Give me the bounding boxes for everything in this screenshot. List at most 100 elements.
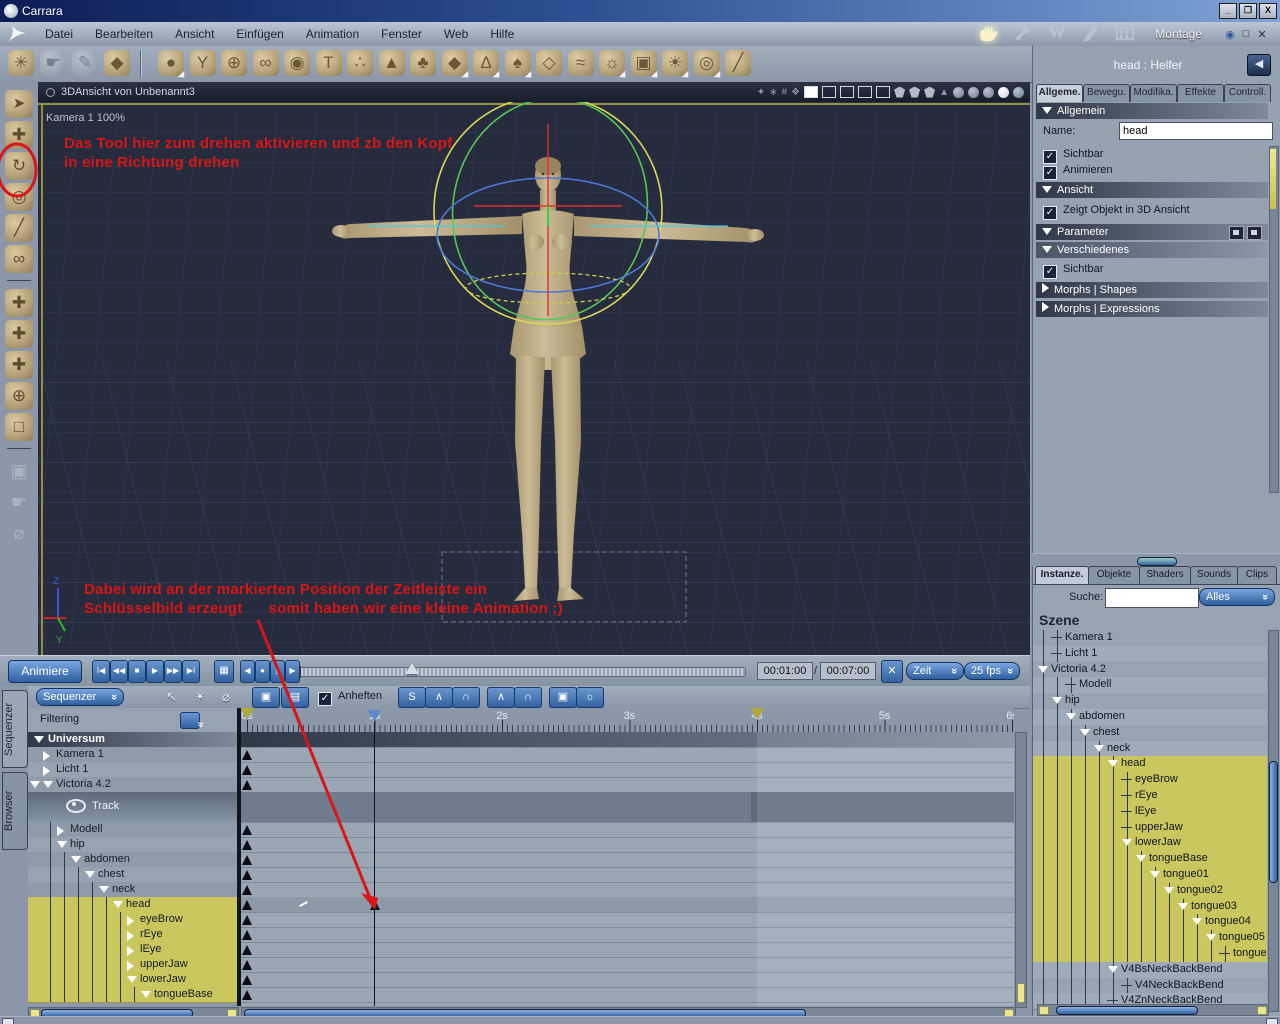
expander-down-icon[interactable] bbox=[1192, 918, 1202, 926]
tab-modifika[interactable]: Modifika. bbox=[1130, 84, 1177, 102]
layout-split-2-icon[interactable] bbox=[822, 86, 837, 98]
expander-down-icon[interactable] bbox=[57, 841, 67, 848]
loop-button[interactable]: ▦ bbox=[214, 660, 234, 683]
move-tool[interactable]: ✚ bbox=[5, 121, 33, 149]
camera-select-icon[interactable]: # bbox=[782, 87, 788, 98]
scale-tool[interactable]: ◎ bbox=[5, 183, 33, 211]
terrain-icon[interactable]: ▲ bbox=[378, 50, 405, 76]
menu-ansicht[interactable]: Ansicht bbox=[164, 27, 225, 41]
scene-item-tongue02[interactable]: tongue02 bbox=[1033, 882, 1267, 900]
text-object-icon[interactable]: T bbox=[315, 50, 342, 76]
zoom-view-tool[interactable]: ⌀ bbox=[5, 519, 33, 547]
dolly-camera-tool[interactable]: ✚ bbox=[5, 320, 33, 348]
tab-instanze[interactable]: Instanze. bbox=[1035, 566, 1089, 584]
render-preview-icon[interactable]: ❖ bbox=[791, 87, 800, 98]
tweener-clamp-button[interactable]: ▣ bbox=[549, 687, 577, 708]
rotate-tool[interactable]: ↻ bbox=[5, 152, 33, 180]
quality-up-icon[interactable]: ▲ bbox=[939, 87, 949, 98]
texture-room-icon[interactable] bbox=[1043, 23, 1071, 46]
current-time-field[interactable] bbox=[757, 662, 813, 680]
load-parameter-icon[interactable] bbox=[1247, 226, 1262, 240]
seq-item-modell[interactable]: Modell bbox=[28, 822, 237, 838]
expander-right-icon[interactable] bbox=[57, 826, 64, 836]
add-key-button[interactable]: ● bbox=[255, 660, 270, 683]
model-room-wrench-icon[interactable] bbox=[1009, 23, 1037, 46]
camera-object-icon[interactable]: ▣ bbox=[630, 50, 657, 78]
keyframe-licht 1-0s[interactable] bbox=[242, 765, 252, 775]
scene-item-licht 1[interactable]: Licht 1 bbox=[1033, 645, 1267, 663]
sichtbar-check-row[interactable]: ✓ Sichtbar bbox=[1043, 148, 1103, 164]
crystal-icon[interactable]: ◇ bbox=[536, 50, 562, 76]
expander-down-icon[interactable] bbox=[1038, 665, 1048, 673]
expander-down-icon[interactable] bbox=[1136, 855, 1146, 863]
tab-objekte[interactable]: Objekte bbox=[1088, 566, 1140, 584]
expander-right-icon[interactable] bbox=[127, 916, 134, 926]
viewport-3d[interactable]: 3DAnsicht von Unbenannt3 ✦ ∗ # ❖ ▲ Z Y K… bbox=[38, 82, 1030, 655]
total-time-field[interactable] bbox=[820, 662, 876, 680]
layout-split-4-icon[interactable] bbox=[858, 86, 873, 98]
search-input[interactable] bbox=[1105, 588, 1199, 608]
animate-button[interactable]: Animiere bbox=[8, 660, 82, 683]
expander-right-icon[interactable] bbox=[127, 931, 134, 941]
preview-eye-icon[interactable]: ◉ bbox=[1222, 28, 1238, 41]
tweener-oscillate-button[interactable]: ∧ bbox=[487, 687, 515, 708]
scene-item-eyebrow[interactable]: eyeBrow bbox=[1033, 772, 1267, 789]
eraser-stamp-tool[interactable]: ◆ bbox=[104, 50, 130, 76]
seq-item-hip[interactable]: hip bbox=[28, 837, 237, 853]
section-morphs-expressions[interactable]: Morphs | Expressions bbox=[1036, 301, 1268, 317]
keyframe-modell-0s[interactable] bbox=[242, 825, 252, 835]
viewport-menu-icon[interactable] bbox=[46, 87, 55, 97]
tab-sounds[interactable]: Sounds bbox=[1190, 566, 1238, 584]
expander-right-icon[interactable] bbox=[127, 961, 134, 971]
expander-down-icon[interactable] bbox=[71, 856, 81, 863]
vertex-object-icon[interactable]: Y bbox=[189, 50, 216, 76]
next-key-button[interactable]: ▶ bbox=[285, 660, 300, 683]
render-room-film-icon[interactable] bbox=[1111, 23, 1139, 46]
track-visibility-eye-icon[interactable] bbox=[66, 799, 86, 813]
bush-icon[interactable]: ♠ bbox=[504, 50, 531, 78]
restore-panel-icon[interactable]: □ bbox=[1238, 28, 1254, 41]
rewind-button[interactable]: ◀◀ bbox=[110, 660, 128, 683]
target-helper-icon[interactable]: ◎ bbox=[693, 50, 720, 78]
resize-grip-left[interactable] bbox=[2, 1018, 14, 1024]
keyframe-head-1s[interactable] bbox=[369, 900, 380, 910]
scene-item-leye[interactable]: lEye bbox=[1033, 803, 1267, 821]
paint-claw-tool[interactable]: ✎ bbox=[72, 50, 98, 76]
keyframe-chest-0s[interactable] bbox=[242, 870, 252, 880]
scene-item-v4neckbackbend[interactable]: V4NeckBackBend bbox=[1033, 977, 1267, 995]
scene-item-lowerjaw[interactable]: lowerJaw bbox=[1033, 835, 1267, 853]
sequencer-mode-dropdown[interactable]: Sequenzer» bbox=[36, 688, 124, 706]
filtering-dropdown-button[interactable]: » bbox=[180, 712, 207, 729]
keyframe-neck-0s[interactable] bbox=[242, 885, 252, 895]
keyframe-reye-0s[interactable] bbox=[242, 930, 252, 940]
seq-item-leye[interactable]: lEye bbox=[28, 942, 237, 958]
render-camera-tool[interactable]: ▣ bbox=[5, 457, 33, 485]
expander-down-icon[interactable] bbox=[1122, 839, 1132, 847]
expander-down-icon[interactable] bbox=[1178, 902, 1188, 910]
expander-down-icon[interactable] bbox=[1052, 697, 1062, 705]
go-start-button[interactable]: I◀ bbox=[92, 660, 110, 683]
time-slider-thumb[interactable] bbox=[405, 663, 419, 674]
menu-bearbeiten[interactable]: Bearbeiten bbox=[84, 27, 164, 41]
scene-item-tongue05[interactable]: tongue05 bbox=[1033, 930, 1267, 947]
expander-down-icon[interactable] bbox=[1094, 744, 1104, 752]
expander-down-icon[interactable] bbox=[1164, 886, 1174, 894]
expander-down-icon[interactable] bbox=[127, 976, 137, 983]
scene-item-head[interactable]: head bbox=[1033, 756, 1267, 774]
menu-datei[interactable]: Datei bbox=[34, 27, 84, 41]
light-settings-icon[interactable]: ☀ bbox=[194, 689, 206, 705]
side-tab-sequenzer[interactable]: Sequenzer bbox=[2, 690, 28, 768]
timeline-tracks[interactable] bbox=[241, 732, 1014, 1006]
bone-icon[interactable]: ╱ bbox=[725, 50, 751, 76]
save-parameter-icon[interactable] bbox=[1229, 226, 1244, 240]
fast-forward-button[interactable]: ▶▶ bbox=[164, 660, 182, 683]
layout-split-3-icon[interactable] bbox=[840, 86, 855, 98]
seq-item-eyebrow[interactable]: eyeBrow bbox=[28, 912, 237, 928]
fit-selection-button[interactable]: ▣ bbox=[252, 687, 280, 708]
tweener-linear-button[interactable]: ∧ bbox=[425, 687, 453, 708]
wire-edit-tool[interactable]: ✳ bbox=[8, 50, 34, 76]
expander-down-icon[interactable] bbox=[85, 871, 95, 878]
link-tool[interactable]: ∞ bbox=[5, 245, 33, 273]
keyframe-abdomen-0s[interactable] bbox=[242, 855, 252, 865]
particle-emitter-icon[interactable]: ∴ bbox=[347, 50, 373, 76]
